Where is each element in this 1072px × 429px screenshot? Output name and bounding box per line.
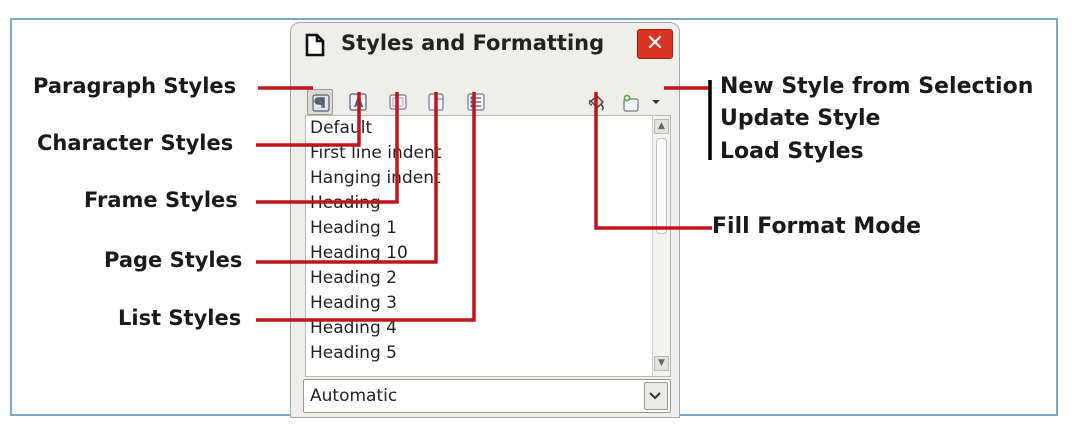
callout-page-styles: Page Styles	[104, 248, 243, 272]
callout-paragraph-styles: Paragraph Styles	[33, 74, 237, 98]
callout-list-styles: List Styles	[118, 306, 242, 330]
callout-fill-format-mode: Fill Format Mode	[712, 214, 922, 239]
callout-frame-styles: Frame Styles	[84, 188, 238, 212]
frame-styles-line	[256, 92, 399, 204]
callout-new-style-from-selection: New Style from Selection	[720, 74, 1034, 99]
character-styles-line	[256, 92, 361, 147]
callout-load-styles: Load Styles	[720, 139, 864, 164]
list-styles-line	[256, 92, 476, 322]
page-styles-line	[256, 92, 438, 264]
fill-format-mode-line	[594, 92, 712, 230]
callout-update-style: Update Style	[720, 106, 881, 131]
callout-character-styles: Character Styles	[37, 131, 234, 155]
